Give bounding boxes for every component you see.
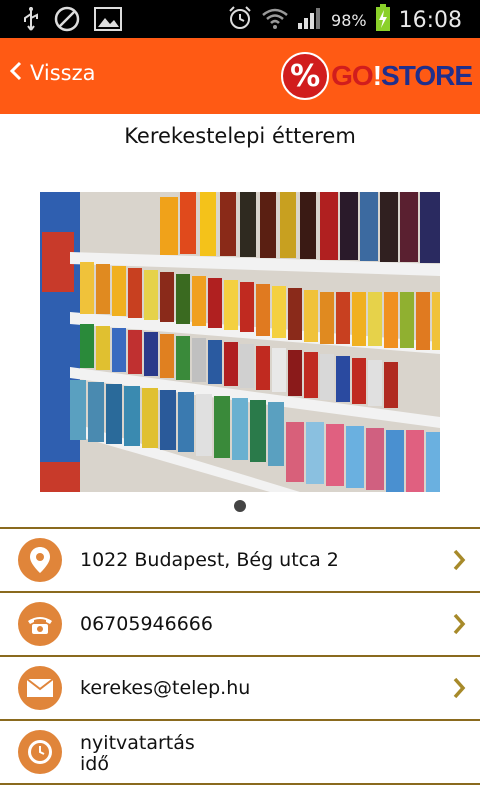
gostore-logo: % GO!STORE [281,52,473,100]
phone-icon [18,602,62,646]
phone-row[interactable]: 06705946666 [0,591,480,655]
opening-hours-line2: idő [80,753,109,775]
address-text: 1022 Budapest, Bég utca 2 [80,549,339,571]
battery-percent: 98% [331,10,367,30]
back-button[interactable]: Vissza [9,61,96,85]
battery-charging-icon [375,4,391,36]
opening-hours-text: nyitvatartás idő [80,733,195,775]
phone-text: 06705946666 [80,613,213,635]
location-pin-icon [18,538,62,582]
address-row[interactable]: 1022 Budapest, Bég utca 2 [0,527,480,591]
chevron-right-icon [452,548,466,576]
logo-text: GO!STORE [331,60,473,92]
logo-text-go: GO [331,60,374,91]
email-icon [18,666,62,710]
chevron-right-icon [452,676,466,704]
clock-time: 16:08 [398,7,462,33]
info-list: 1022 Budapest, Bég utca 2 06705946666 ke… [0,527,480,785]
back-label: Vissza [30,61,96,85]
email-row[interactable]: kerekes@telep.hu [0,655,480,719]
usb-icon [22,6,40,36]
signal-icon [297,6,323,34]
email-text: kerekes@telep.hu [80,677,251,699]
wifi-icon [261,6,289,34]
carousel-page-indicator[interactable] [234,500,246,512]
clock-icon [18,730,62,774]
chevron-left-icon [9,61,22,85]
store-photo[interactable] [40,192,440,492]
blocked-icon [54,6,80,36]
opening-hours-line1: nyitvatartás [80,732,195,754]
store-title: Kerekestelepi étterem [124,124,356,148]
chevron-right-icon [452,612,466,640]
logo-text-excl: ! [372,60,382,91]
status-bar: 98% 16:08 [0,0,480,38]
alarm-icon [227,5,253,35]
app-header: Vissza % GO!STORE [0,38,480,114]
logo-text-store: STORE [381,60,473,91]
percent-badge-icon: % [281,52,330,100]
image-icon [94,7,122,35]
opening-hours-row[interactable]: nyitvatartás idő [0,719,480,785]
